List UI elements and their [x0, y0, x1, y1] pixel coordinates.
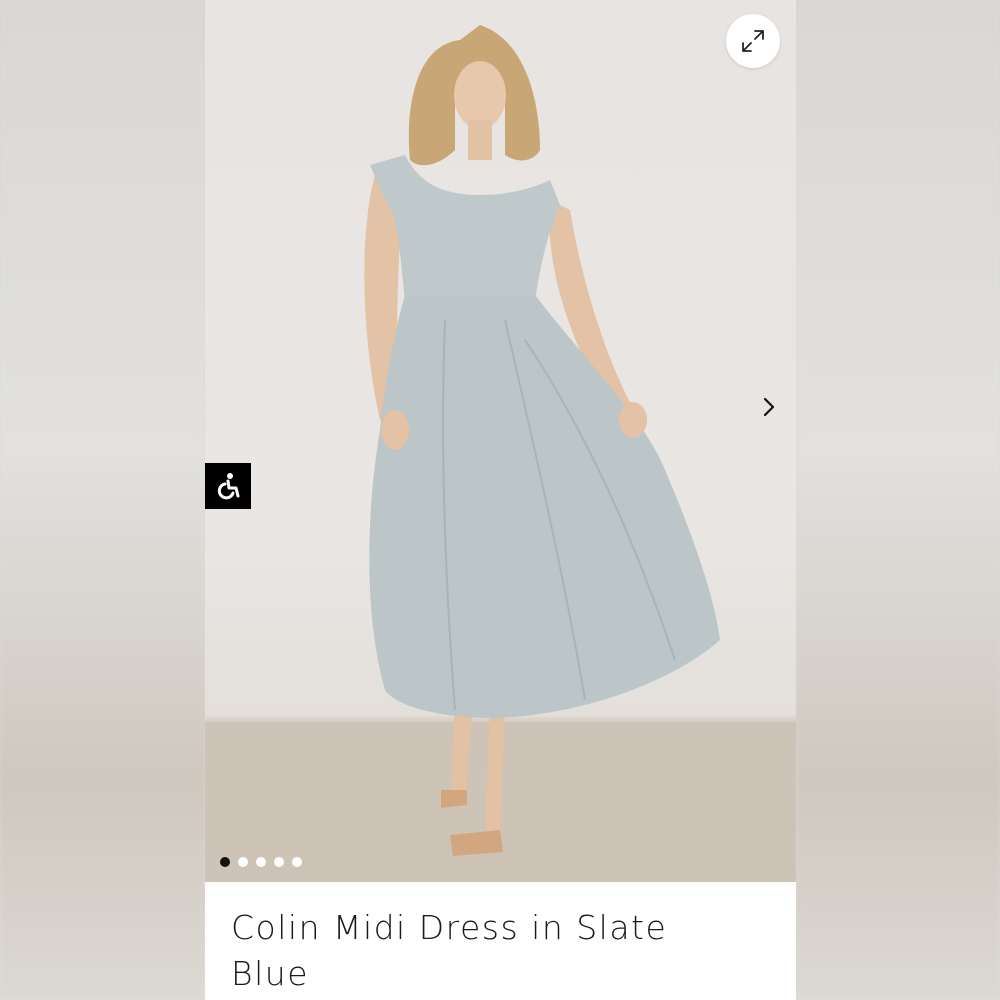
- model-neck: [468, 120, 492, 160]
- wheelchair-accessibility-icon: [217, 473, 240, 500]
- product-image-gallery[interactable]: [205, 0, 796, 882]
- accessibility-button[interactable]: [205, 463, 251, 509]
- pagination-dot-3[interactable]: [256, 857, 266, 867]
- expand-arrows-icon: [742, 30, 764, 52]
- product-photo: [205, 25, 796, 882]
- pagination-dot-5[interactable]: [292, 857, 302, 867]
- model-left-hand: [381, 410, 409, 450]
- product-card: Colin Midi Dress in Slate Blue: [205, 0, 796, 1000]
- dress-bodice: [370, 155, 560, 300]
- chevron-right-icon: [763, 397, 775, 417]
- background-blur-right: [796, 0, 1000, 1000]
- model-left-shoe: [441, 790, 467, 808]
- background-blur-left: [0, 0, 205, 1000]
- pagination-dot-1[interactable]: [220, 857, 230, 867]
- pagination-dot-2[interactable]: [238, 857, 248, 867]
- dress-skirt: [369, 295, 720, 718]
- model-face: [454, 61, 506, 129]
- pagination-dot-4[interactable]: [274, 857, 284, 867]
- expand-image-button[interactable]: [726, 14, 780, 68]
- next-image-button[interactable]: [755, 392, 783, 422]
- gallery-pagination-dots: [220, 857, 302, 867]
- product-title: Colin Midi Dress in Slate Blue: [231, 908, 668, 993]
- model-right-hand: [619, 402, 647, 438]
